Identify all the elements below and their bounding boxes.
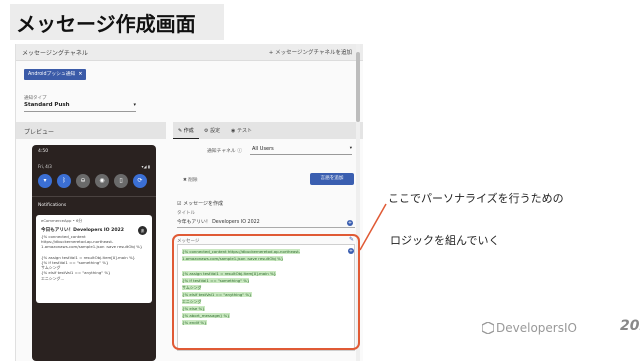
annotation-line-1: ここでパーソナライズを行うための [388,192,564,205]
logo-text: DevelopersIO [496,321,577,335]
logo-mark-icon [482,322,494,334]
annotation-line-2: ロジックを組んでいく [390,234,500,247]
logo-year: 2022 [620,318,640,334]
callout-connector [359,203,387,251]
